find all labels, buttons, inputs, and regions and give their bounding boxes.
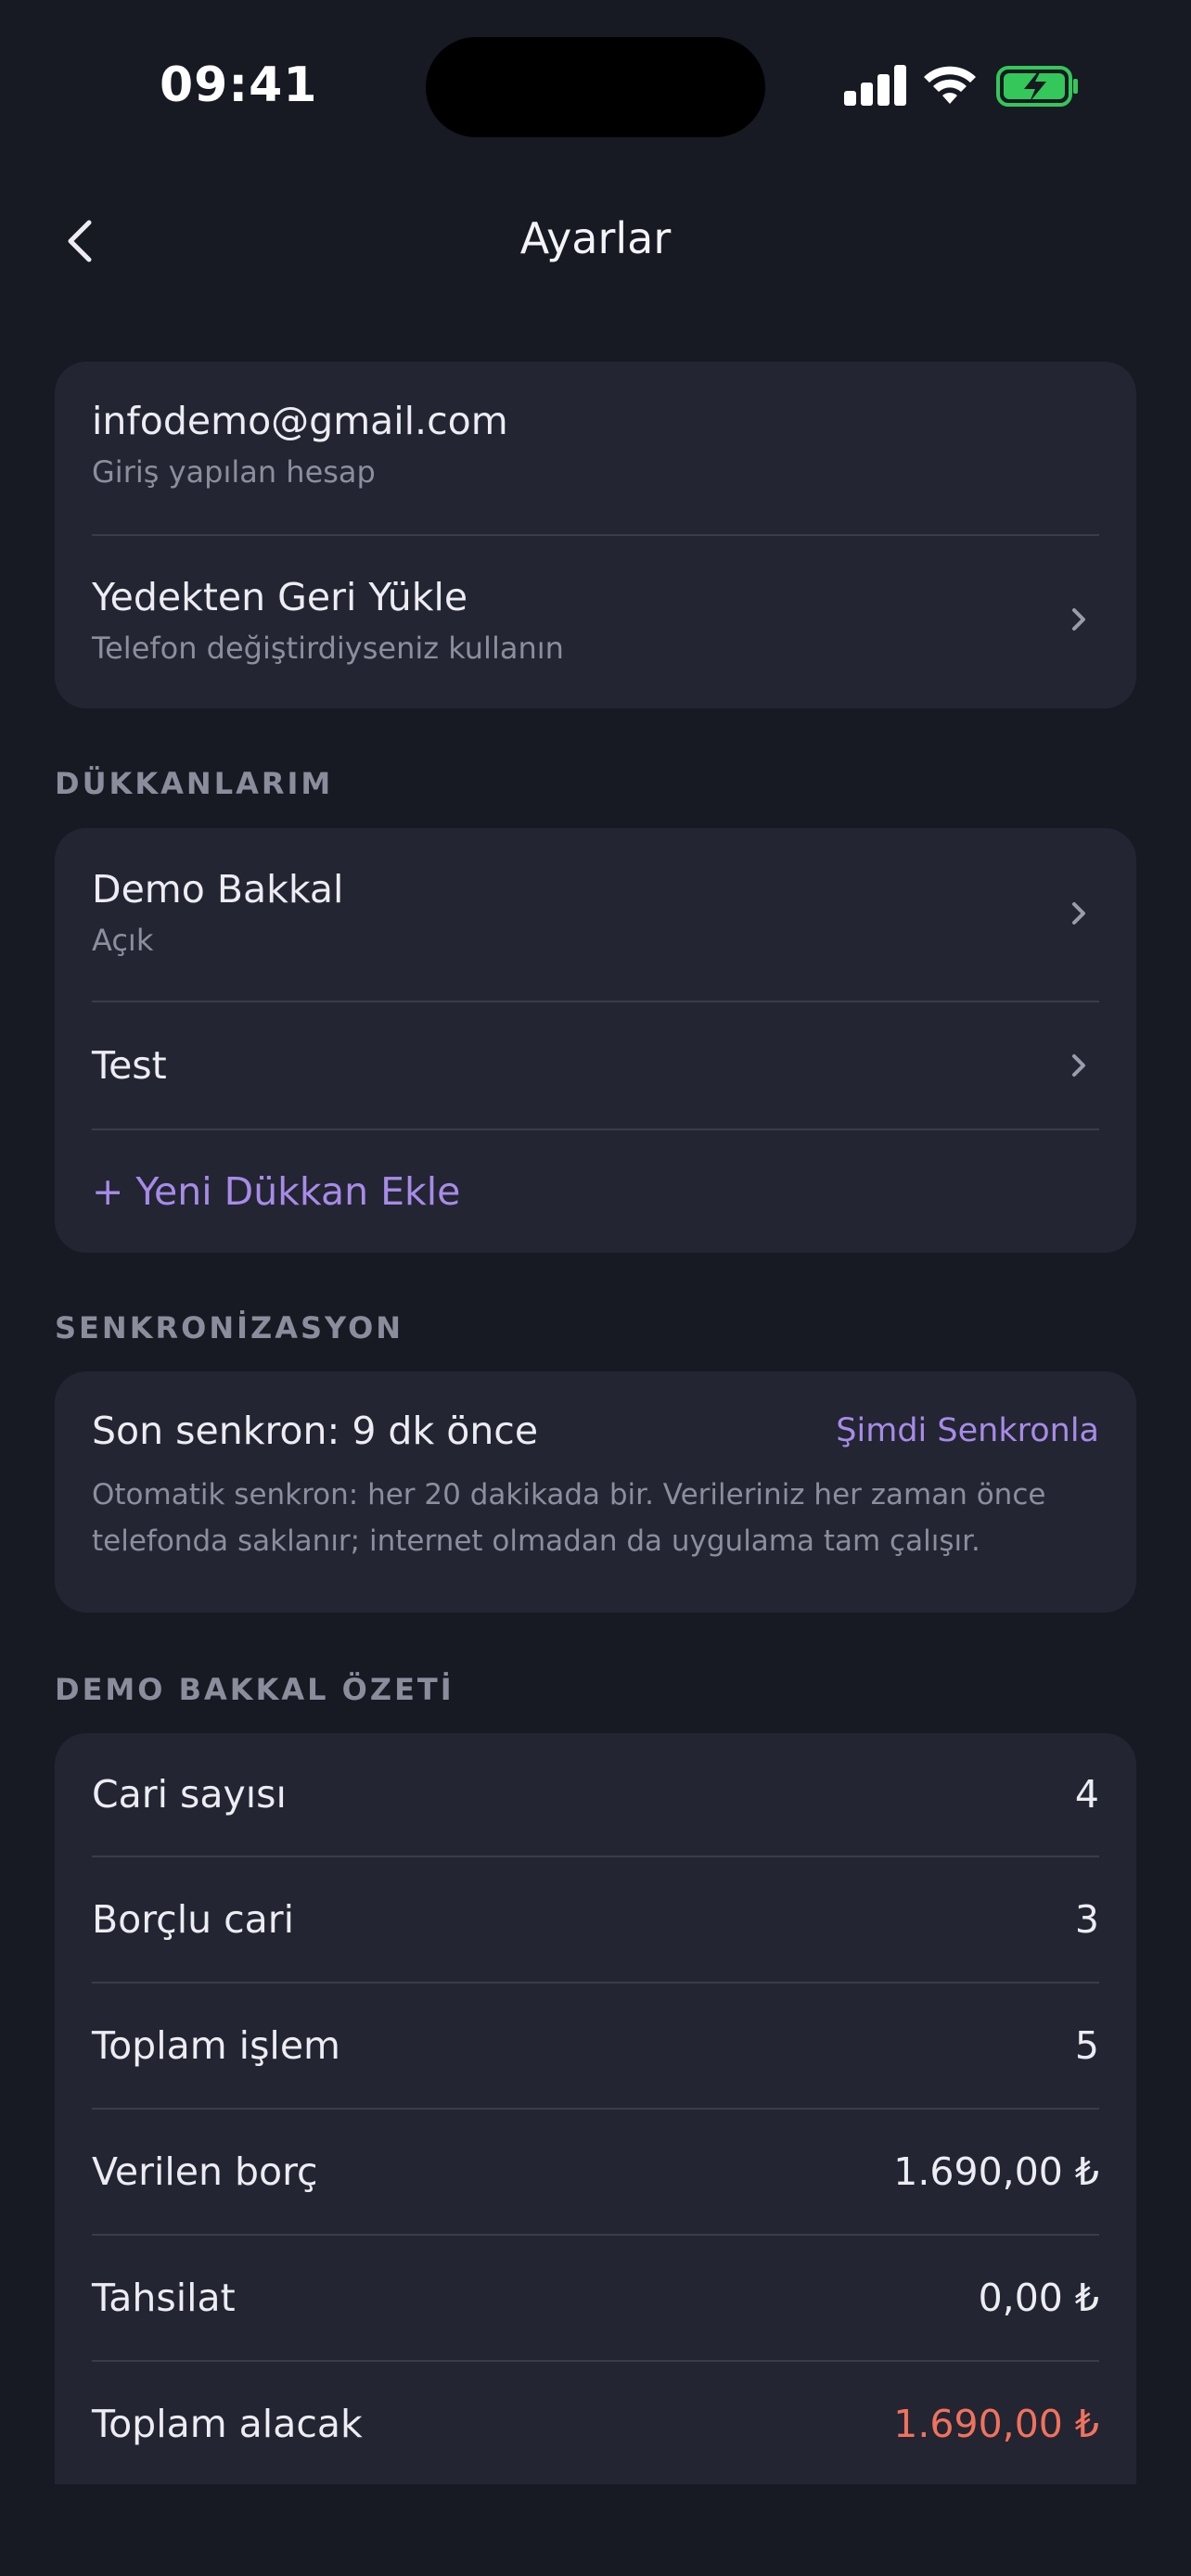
summary-row-total: Toplam alacak 1.690,00 ₺ [92,2362,1099,2484]
account-card: infodemo@gmail.com Giriş yapılan hesap Y… [55,362,1136,708]
summary-label: Verilen borç [92,2149,318,2194]
account-email-caption: Giriş yapılan hesap [92,454,376,490]
shop-item-test[interactable]: Test [92,1002,1099,1129]
shop-item-demo-bakkal[interactable]: Demo Bakkal Açık [92,828,1099,1001]
summary-row: Verilen borç 1.690,00 ₺ [92,2110,1099,2234]
summary-value: 3 [1074,1897,1099,1942]
summary-row: Tahsilat 0,00 ₺ [92,2236,1099,2360]
sync-row: Son senkron: 9 dk önce Şimdi Senkronla O… [92,1371,1099,1564]
shop-status: Açık [92,923,154,958]
summary-value: 1.690,00 ₺ [893,2149,1099,2194]
sync-now-button[interactable]: Şimdi Senkronla [836,1412,1099,1449]
total-receivable-value: 1.690,00 ₺ [893,2402,1099,2446]
summary-section-header: DEMO BAKKAL ÖZETİ [55,1672,455,1707]
dynamic-island [426,37,765,137]
chevron-right-icon [1072,608,1085,631]
page-title: Ayarlar [519,213,672,263]
restore-backup-row[interactable]: Yedekten Geri Yükle Telefon değiştirdiys… [92,536,1099,708]
summary-row: Toplam işlem 5 [92,1983,1099,2108]
summary-label: Cari sayısı [92,1772,287,1817]
sync-description: Otomatik senkron: her 20 dakikada bir. V… [92,1478,1046,1558]
shops-section-header: DÜKKANLARIM [55,766,334,801]
chevron-right-icon [1072,1054,1085,1077]
summary-label: Toplam işlem [92,2023,340,2068]
sync-section-header: SENKRONİZASYON [55,1310,404,1345]
restore-backup-title: Yedekten Geri Yükle [92,575,468,619]
battery-charging-icon [996,66,1078,107]
summary-value: 5 [1074,2023,1099,2068]
shop-name: Test [92,1043,167,1088]
status-time: 09:41 [160,57,318,113]
sync-card: Son senkron: 9 dk önce Şimdi Senkronla O… [55,1371,1136,1613]
settings-screen: 09:41 Ayarlar infodemo@gmail.com Giriş y… [0,0,1191,2576]
summary-value: 4 [1074,1772,1099,1817]
summary-label: Toplam alacak [92,2402,363,2446]
account-email: infodemo@gmail.com [92,399,508,443]
wifi-icon [924,66,976,104]
add-shop-button[interactable]: + Yeni Dükkan Ekle [92,1169,460,1214]
summary-row: Borçlu cari 3 [92,1857,1099,1982]
navigation-bar: Ayarlar [0,185,1191,297]
summary-value: 0,00 ₺ [978,2276,1099,2320]
cellular-signal-icon [844,65,907,106]
last-sync-text: Son senkron: 9 dk önce [92,1409,539,1453]
account-row: infodemo@gmail.com Giriş yapılan hesap [92,362,1099,534]
chevron-right-icon [1072,902,1085,925]
summary-row: Cari sayısı 4 [92,1733,1099,1855]
summary-label: Tahsilat [92,2276,236,2320]
summary-card: Cari sayısı 4 Borçlu cari 3 Toplam işlem… [55,1733,1136,2484]
restore-backup-caption: Telefon değiştirdiyseniz kullanın [92,631,564,666]
status-bar: 09:41 [0,0,1191,176]
shops-card: Demo Bakkal Açık Test + Yeni Dükkan Ekle [55,828,1136,1253]
shop-name: Demo Bakkal [92,867,344,912]
summary-label: Borçlu cari [92,1897,295,1942]
